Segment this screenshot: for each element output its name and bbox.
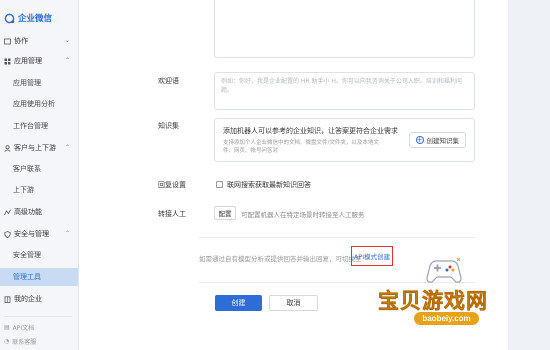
sidebar-group-my-company[interactable]: 我的企业 bbox=[0, 290, 78, 308]
wecom-logo-icon bbox=[4, 13, 15, 23]
knowledge-label: 知识集 bbox=[158, 122, 179, 130]
sidebar-group-label: 协作 bbox=[14, 37, 28, 45]
sidebar-item-app-usage[interactable]: 应用使用分析 bbox=[0, 95, 78, 113]
sidebar-group-apps[interactable]: 应用管理 ⌃ bbox=[0, 52, 78, 70]
knowledge-desc: 支持添加个人企业微信中的文档、微盘文件/文件夹，以及本地文件、网页、帐号问答对 bbox=[223, 140, 379, 154]
sidebar-item-label: 安全管理 bbox=[13, 251, 41, 259]
sidebar-item-security-mgmt[interactable]: 安全管理 bbox=[0, 246, 78, 264]
sidebar-group-customers[interactable]: 客户与上下游 ⌃ bbox=[0, 139, 78, 157]
building-icon bbox=[4, 295, 11, 303]
greeting-label: 欢迎语 bbox=[158, 77, 179, 85]
description-textarea[interactable] bbox=[214, 0, 475, 58]
sidebar-item-label: 上下游 bbox=[13, 186, 34, 194]
headset-icon: ◔ bbox=[4, 338, 10, 345]
knowledge-box: 添加机器人可以参考的企业知识，让答案更符合企业需求 支持添加个人企业微信中的文档… bbox=[214, 118, 475, 162]
chevron-up-icon: ⌃ bbox=[64, 57, 70, 64]
knowledge-title: 添加机器人可以参考的企业知识，让答案更符合企业需求 bbox=[223, 127, 398, 135]
sidebar-group-collab[interactable]: 协作 ⌄ bbox=[0, 32, 78, 50]
sidebar-item-workbench[interactable]: 工作台管理 bbox=[0, 117, 78, 135]
sidebar-item-tools[interactable]: 管理工具 bbox=[0, 268, 78, 286]
contact-support-link[interactable]: ◔ 联系客服 bbox=[4, 337, 36, 346]
advanced-icon bbox=[4, 209, 11, 216]
handoff-desc: 可配置机器人在特定场景时转接至人工服务 bbox=[241, 211, 365, 219]
handoff-label: 转接人工 bbox=[158, 210, 186, 218]
sidebar: 企业微信 协作 ⌄ 应用管理 ⌃ 应用管理 应用使用分析 工作台管理 客户与上下… bbox=[0, 0, 79, 350]
sidebar-item-label: 工作台管理 bbox=[13, 122, 48, 130]
sidebar-group-label: 应用管理 bbox=[14, 57, 42, 65]
watermark: 宝贝游戏网 baobeiy.com bbox=[378, 250, 528, 330]
sidebar-item-customer-contact[interactable]: 客户联系 bbox=[0, 160, 78, 178]
sidebar-group-label: 高级功能 bbox=[14, 208, 42, 216]
greeting-placeholder: 例如：你好，我是企业配置的 HR 助手小 H。你可以向我咨询关于公司入职、培训和… bbox=[221, 78, 462, 94]
greeting-input[interactable]: 例如：你好，我是企业配置的 HR 助手小 H。你可以向我咨询关于公司入职、培训和… bbox=[214, 72, 475, 110]
gamepad-icon bbox=[426, 257, 462, 283]
api-mode-note: 如需通过自有模型分析或提供回答并输出回复，可切换至 bbox=[199, 255, 362, 263]
sidebar-item-label: 管理工具 bbox=[13, 273, 41, 281]
chevron-up-icon: ⌃ bbox=[64, 144, 70, 151]
create-knowledge-button[interactable]: + 创建知识集 bbox=[408, 132, 466, 148]
chevron-down-icon: ⌄ bbox=[64, 37, 70, 44]
sidebar-group-label: 客户与上下游 bbox=[14, 144, 56, 152]
sidebar-item-label: 应用使用分析 bbox=[13, 100, 55, 108]
chevron-up-icon: ⌃ bbox=[64, 230, 70, 237]
logo-text: 企业微信 bbox=[18, 14, 53, 24]
watermark-title: 宝贝游戏网 bbox=[378, 288, 488, 314]
cancel-button[interactable]: 取消 bbox=[269, 295, 318, 311]
sidebar-item-upstream[interactable]: 上下游 bbox=[0, 181, 78, 199]
watermark-url: baobeiy.com bbox=[414, 312, 479, 325]
web-search-checkbox[interactable] bbox=[216, 181, 223, 188]
sidebar-item-app-management[interactable]: 应用管理 bbox=[0, 74, 78, 92]
sidebar-group-security[interactable]: 安全与管理 ⌃ bbox=[0, 225, 78, 243]
customers-icon bbox=[4, 144, 11, 152]
create-knowledge-label: 创建知识集 bbox=[426, 137, 460, 145]
sidebar-group-label: 我的企业 bbox=[14, 295, 42, 303]
create-button[interactable]: 创建 bbox=[215, 295, 262, 311]
sidebar-bottom-label: API文档 bbox=[12, 325, 35, 332]
collab-icon bbox=[4, 38, 11, 45]
handoff-config-button[interactable]: 配置 bbox=[214, 206, 236, 220]
plus-icon: + bbox=[415, 136, 424, 144]
sidebar-group-label: 安全与管理 bbox=[14, 230, 49, 238]
reply-settings-label: 回复设置 bbox=[158, 181, 186, 189]
sidebar-group-advanced[interactable]: 高级功能 bbox=[0, 203, 78, 221]
doc-icon: ▤ bbox=[4, 324, 10, 331]
app-logo[interactable]: 企业微信 bbox=[4, 12, 52, 24]
web-search-label[interactable]: 联网搜索获取最新知识回答 bbox=[227, 180, 311, 190]
section-divider bbox=[199, 237, 475, 238]
sidebar-item-label: 客户联系 bbox=[13, 165, 41, 173]
sidebar-divider bbox=[4, 316, 72, 317]
shield-icon bbox=[4, 230, 11, 238]
api-docs-link[interactable]: ▤ API文档 bbox=[4, 323, 34, 332]
sidebar-item-label: 应用管理 bbox=[13, 79, 41, 87]
apps-icon bbox=[4, 58, 11, 65]
sidebar-bottom-label: 联系客服 bbox=[12, 339, 37, 346]
